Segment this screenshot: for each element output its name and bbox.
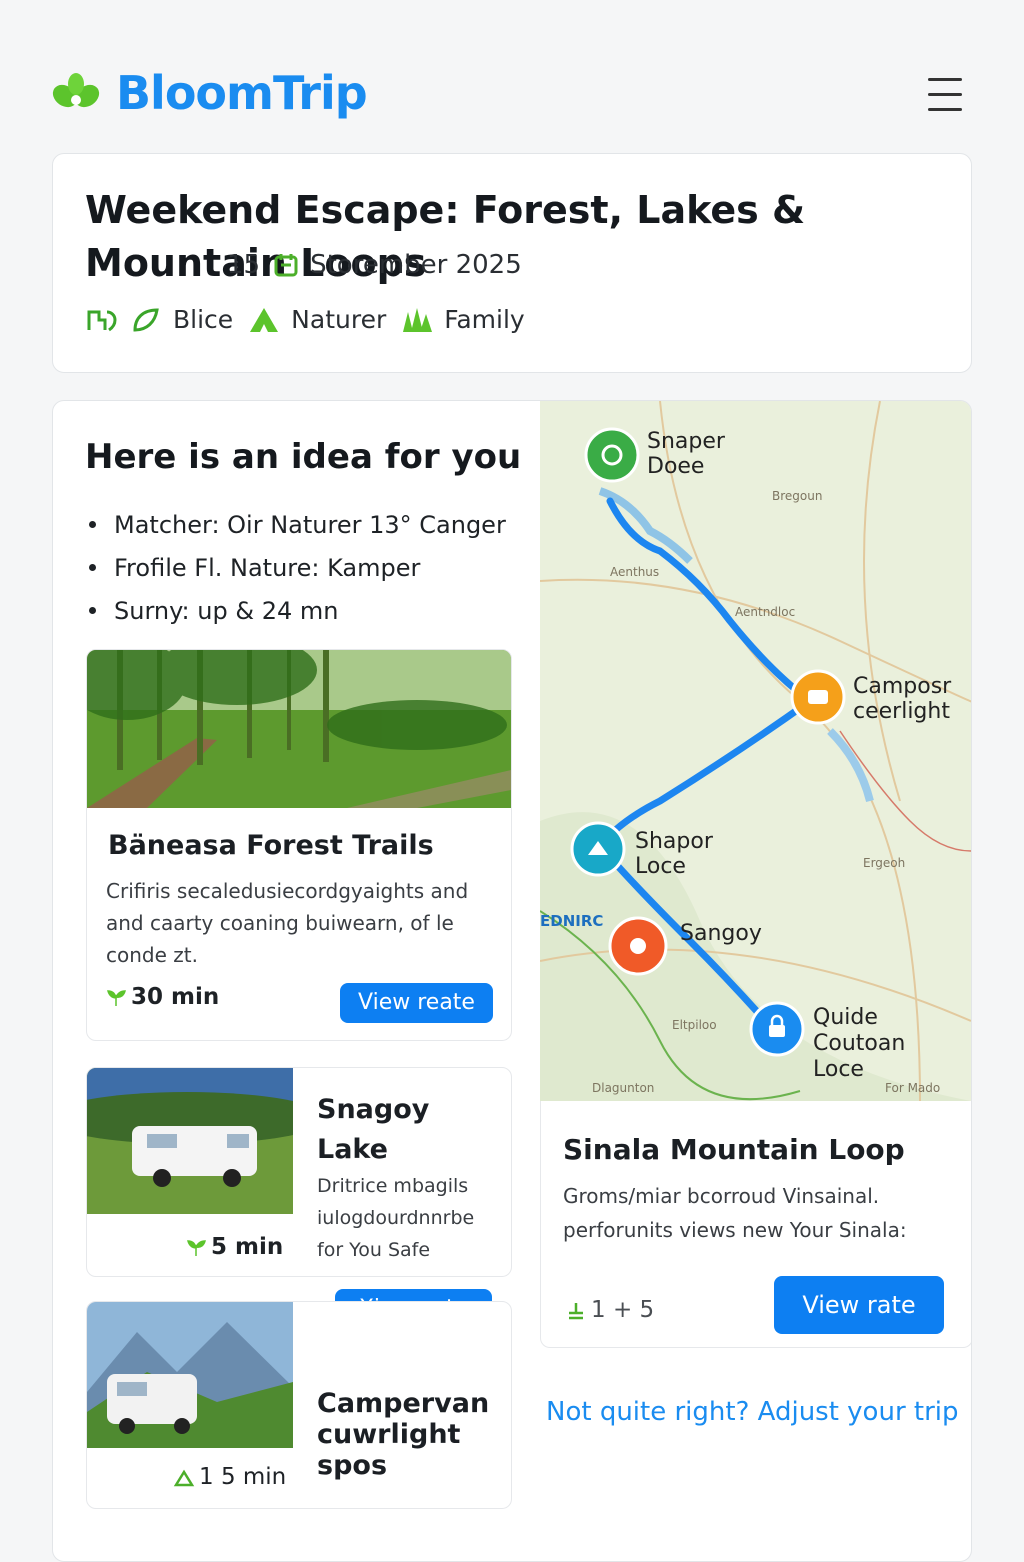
app-name: BloomTrip (116, 66, 368, 120)
map-canvas (540, 401, 971, 1101)
tent-icon (250, 308, 279, 332)
mountain-loop-card[interactable]: Sinala Mountain Loop Groms/miar bcorroud… (540, 1101, 971, 1348)
campervan-lake-photo (87, 1068, 293, 1214)
map-place-label: Aenthus (610, 565, 660, 579)
tag-label: Naturer (291, 304, 387, 334)
bullet-item: Matcher: Oir Naturer 13° Canger (85, 503, 506, 546)
bullet-item: Frofile Fl. Nature: Kamper (85, 546, 506, 589)
tent-icon (173, 1469, 195, 1487)
map-label-sangoy: Sangoy (680, 921, 762, 946)
campervan-mountain-photo (87, 1302, 293, 1448)
map-place-label: Eltpiloo (672, 1018, 717, 1032)
map-pin-snaper (584, 427, 640, 483)
map-place-label: Ergeoh (863, 856, 906, 870)
map-pin-camposr (790, 669, 846, 725)
route-map[interactable]: Snaper Doee Camposr ceerlight Shapor Loc… (540, 401, 971, 1101)
idea-bullets: Matcher: Oir Naturer 13° Canger Frofile … (85, 503, 506, 632)
campervan-duration: 1 5 min (173, 1464, 286, 1490)
grass-icon (403, 308, 433, 332)
elevation-icon (569, 1303, 583, 1320)
map-label-shapor: Shapor Loce (635, 829, 713, 879)
leaf-icon (133, 308, 159, 332)
idea-heading: Here is an idea for you (85, 437, 522, 477)
map-place-label: Dlagunton (592, 1081, 655, 1095)
hamburger-menu-icon[interactable] (928, 76, 964, 112)
map-label-camposr: Camposr ceerlight (853, 674, 952, 724)
trip-tags: Blice Naturer Family (85, 304, 539, 334)
forest-duration: 30 min (105, 984, 219, 1010)
trip-summary-card: Weekend Escape: Forest, Lakes & Mountain… (52, 153, 972, 373)
logo[interactable]: BloomTrip (50, 66, 368, 120)
mountain-stats: 1 + 5 (565, 1297, 654, 1323)
view-route-button[interactable]: View rate (774, 1276, 944, 1334)
map-place-label: For Mado (885, 1081, 941, 1095)
forest-card-title: Bäneasa Forest Trails (108, 830, 434, 861)
idea-card: Here is an idea for you Matcher: Oir Nat… (52, 400, 972, 1562)
tag-naturer[interactable]: Naturer (247, 304, 386, 334)
forest-trail-card[interactable]: Bäneasa Forest Trails Crifiris secaledus… (86, 649, 512, 1041)
mountain-card-title: Sinala Mountain Loop (563, 1133, 905, 1166)
lake-card-title: Snagoy Lake (317, 1094, 430, 1165)
forest-card-description: Crifiris secaledusiecordgyaights and and… (106, 879, 469, 967)
lake-duration: 5 min (185, 1234, 283, 1260)
tag-label: Blice (173, 304, 234, 334)
view-route-button[interactable]: View reate (340, 983, 493, 1023)
sprout-icon (107, 990, 126, 1006)
map-place-label: EDNIRC (540, 912, 604, 930)
map-label-quide: Quide Coutoan Loce (813, 1005, 906, 1082)
sprout-icon (187, 1240, 206, 1256)
tag-family[interactable]: Family (400, 304, 525, 334)
map-label-snaper: Snaper Doee (647, 429, 725, 479)
calendar-icon (274, 254, 298, 277)
map-pin-quide (749, 1001, 805, 1057)
map-pin-shapor (570, 821, 626, 877)
bullet-item: Surny: up & 24 mn (85, 589, 506, 632)
trip-date: 15 Storember 2025 (227, 250, 522, 280)
map-place-label: Bregoun (772, 489, 823, 503)
forest-photo (87, 650, 511, 808)
adjust-trip-link[interactable]: Not quite right? Adjust your trip (546, 1397, 959, 1427)
leaf-logo-icon (52, 73, 100, 108)
map-pin-sangoy (608, 916, 668, 976)
app-header: BloomTrip (0, 0, 1024, 150)
mountain-card-description: Groms/miar bcorroud Vinsainal. perforuni… (563, 1184, 907, 1242)
tag-blice[interactable]: Blice (85, 304, 233, 334)
lake-card-description: Dritrice mbagils iulogdourdnnrbe for You… (317, 1175, 475, 1261)
map-place-label: Aentndloc (735, 605, 796, 619)
tag-label: Family (444, 304, 525, 334)
trip-day: 15 (227, 250, 261, 280)
campervan-spots-card[interactable]: Campervan cuwrlight spos 1 5 min (86, 1301, 512, 1509)
bike-icon (87, 310, 117, 332)
campervan-card-title: Campervan cuwrlight spos (317, 1388, 490, 1481)
trip-month: Storember 2025 (310, 250, 522, 280)
lake-card[interactable]: Snagoy Lake Dritrice mbagils iulogdourdn… (86, 1067, 512, 1277)
